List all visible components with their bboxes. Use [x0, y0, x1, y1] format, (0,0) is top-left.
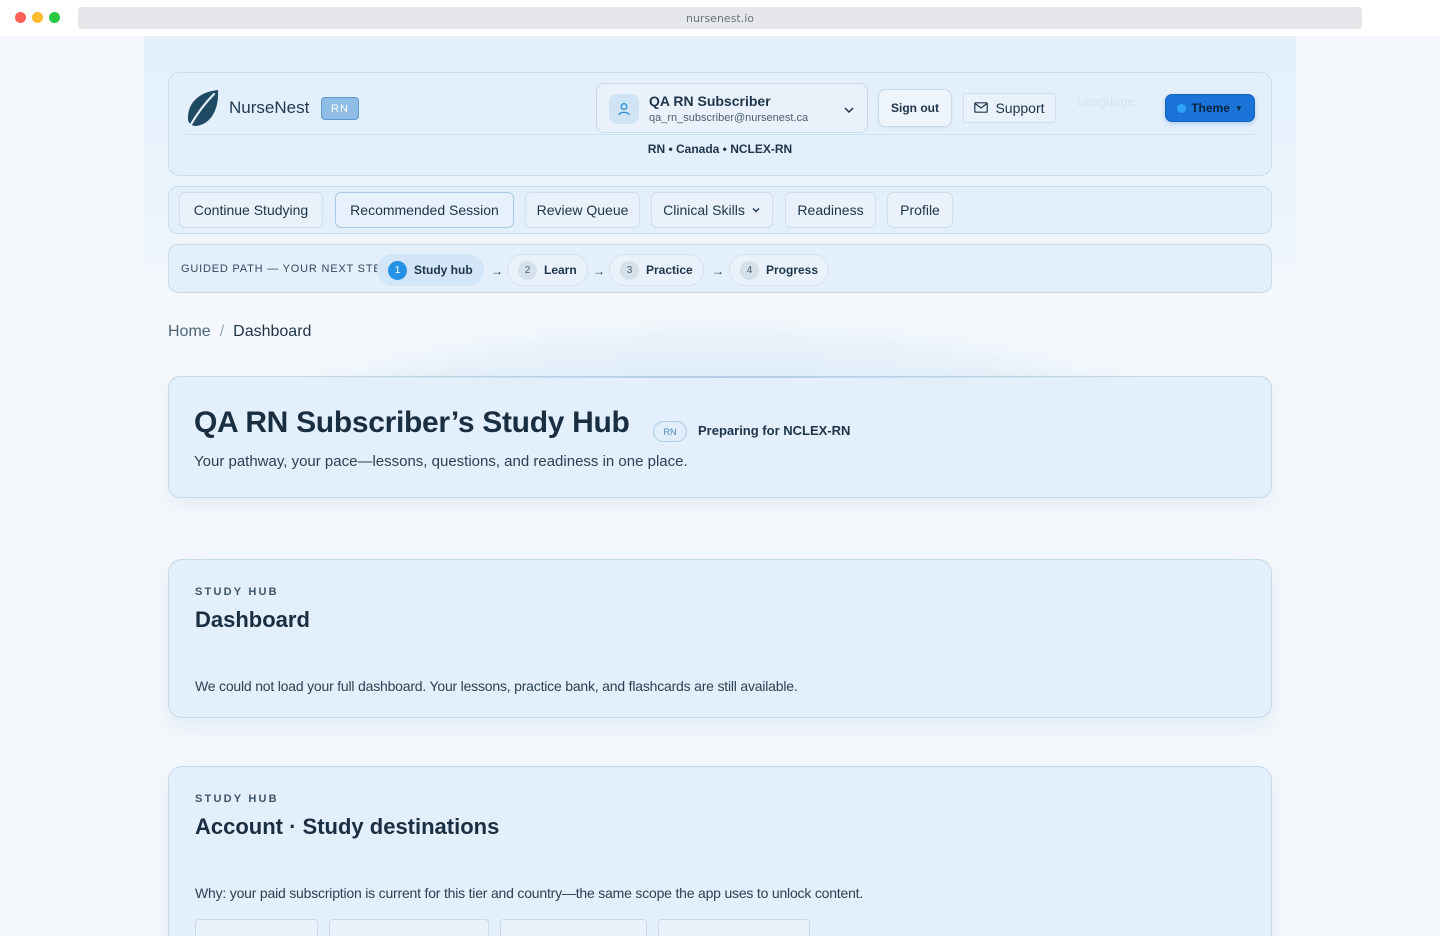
section-eyebrow: STUDY HUB [195, 793, 279, 805]
language-chevron-icon: ⌄ [1083, 111, 1091, 121]
account-email: qa_rn_subscriber@nursenest.ca [649, 112, 809, 124]
theme-label: Theme [1191, 101, 1230, 115]
breadcrumb-home[interactable]: Home [168, 323, 211, 341]
header-divider [185, 134, 1255, 135]
guided-path-label: GUIDED PATH — YOUR NEXT STEP [181, 263, 390, 275]
study-hub-hero: QA RN Subscriber’s Study Hub RN Preparin… [168, 376, 1272, 498]
dashboard-error-message: We could not load your full dashboard. Y… [195, 678, 798, 694]
step-number: 2 [518, 260, 537, 280]
chevron-down-icon [751, 202, 761, 218]
tier-badge: RN [653, 421, 687, 442]
mail-icon [974, 100, 989, 116]
nav-readiness[interactable]: Readiness [785, 192, 876, 228]
destination-tile[interactable] [500, 919, 647, 936]
step-progress[interactable]: 4 Progress [729, 254, 830, 286]
step-label: Study hub [414, 263, 473, 277]
hero-accent-line [289, 376, 1151, 378]
nav-review-queue[interactable]: Review Queue [525, 192, 640, 228]
nav-clinical-skills-label: Clinical Skills [663, 202, 745, 218]
destination-tile[interactable] [329, 919, 489, 936]
brand-name[interactable]: NurseNest [229, 98, 309, 118]
hero-subtitle: Your pathway, your pace—lessons, questio… [194, 453, 688, 470]
support-button[interactable]: Support [963, 93, 1056, 123]
nav-continue-studying[interactable]: Continue Studying [179, 192, 323, 228]
step-number: 4 [740, 260, 759, 280]
window-minimize-dot[interactable] [32, 12, 43, 23]
theme-button[interactable]: Theme ▼ [1165, 94, 1255, 122]
theme-swatch-icon [1177, 103, 1187, 113]
subscription-explanation: Why: your paid subscription is current f… [195, 885, 864, 901]
breadcrumb-current: Dashboard [233, 323, 312, 340]
language-select[interactable]: Language [1077, 94, 1135, 109]
step-study-hub[interactable]: 1 Study hub [377, 254, 484, 286]
exam-target: Preparing for NCLEX-RN [698, 423, 851, 438]
nav-clinical-skills[interactable]: Clinical Skills [651, 192, 773, 228]
step-learn[interactable]: 2 Learn [507, 254, 588, 286]
site-header: NurseNest RN QA RN Subscriber qa_rn_subs… [168, 72, 1272, 176]
section-eyebrow: STUDY HUB [195, 586, 279, 598]
step-number: 3 [620, 260, 639, 280]
browser-chrome: nursenest.io [0, 0, 1440, 36]
support-label: Support [995, 100, 1045, 116]
arrow-right-icon: → [491, 264, 503, 278]
guided-path: GUIDED PATH — YOUR NEXT STEP 1 Study hub… [168, 244, 1272, 293]
breadcrumb-separator: / [219, 323, 225, 340]
study-destinations-section: STUDY HUB Account · Study destinations W… [168, 766, 1272, 936]
dashboard-section: STUDY HUB Dashboard We could not load yo… [168, 559, 1272, 718]
main-nav: Continue Studying Recommended Session Re… [168, 186, 1272, 234]
step-label: Practice [646, 263, 693, 277]
window-close-dot[interactable] [15, 12, 26, 23]
section-title: Dashboard [195, 607, 310, 632]
region-context: RN • Canada • NCLEX-RN [647, 142, 793, 156]
step-practice[interactable]: 3 Practice [609, 254, 704, 286]
step-label: Learn [544, 263, 577, 277]
step-label: Progress [766, 263, 819, 277]
caret-down-icon: ▼ [1234, 103, 1243, 113]
arrow-right-icon: → [593, 264, 605, 278]
account-menu[interactable]: QA RN Subscriber qa_rn_subscriber@nursen… [596, 83, 868, 133]
leaf-logo-icon[interactable] [184, 88, 222, 128]
page-title: QA RN Subscriber’s Study Hub [194, 406, 630, 439]
chevron-down-icon [843, 103, 855, 121]
arrow-right-icon: → [712, 264, 724, 278]
address-bar[interactable]: nursenest.io [78, 7, 1362, 29]
destination-tile[interactable] [195, 919, 318, 936]
breadcrumb: Home / Dashboard [168, 323, 311, 341]
step-number: 1 [388, 260, 407, 280]
nav-recommended-session[interactable]: Recommended Session [335, 192, 514, 228]
account-name: QA RN Subscriber [649, 93, 771, 109]
brand-tier-badge: RN [321, 97, 359, 120]
window-maximize-dot[interactable] [49, 12, 60, 23]
nav-profile[interactable]: Profile [887, 192, 953, 228]
section-title: Account · Study destinations [195, 814, 500, 839]
user-icon [609, 94, 639, 124]
destination-tile[interactable] [658, 919, 810, 936]
sign-out-button[interactable]: Sign out [878, 89, 952, 127]
